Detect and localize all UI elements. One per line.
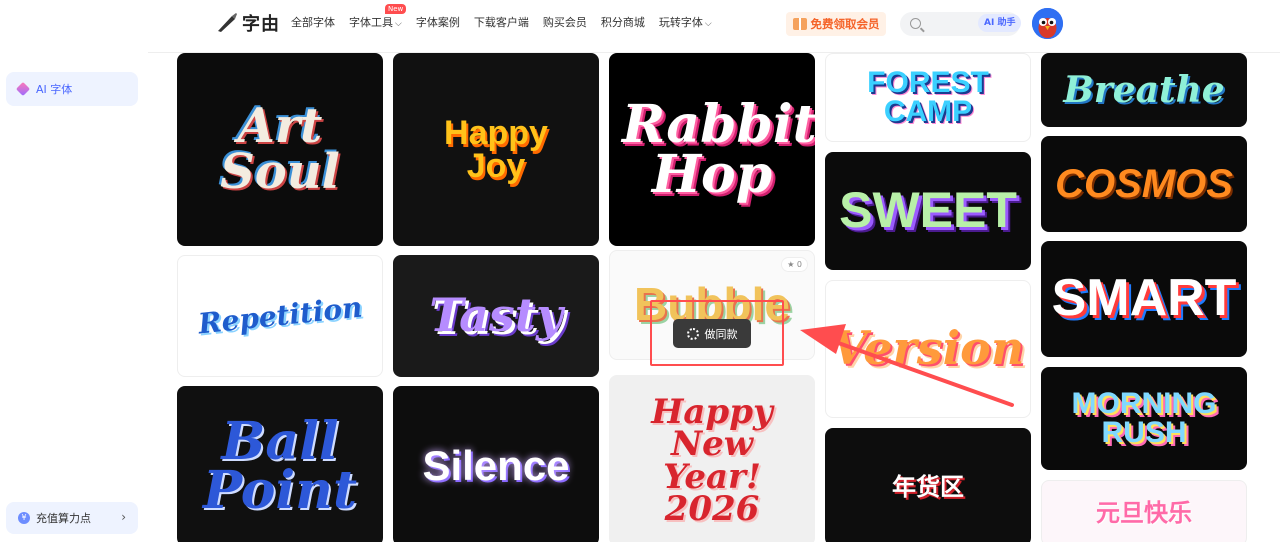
card-repetition[interactable]: Repetition xyxy=(177,255,383,377)
gift-icon xyxy=(792,18,807,30)
card-title: Ball Point xyxy=(203,410,357,521)
card-title: MORNING RUSH xyxy=(1071,387,1217,449)
card-silence[interactable]: Silence xyxy=(393,386,599,542)
card-morning-rush[interactable]: MORNING RUSH xyxy=(1041,367,1247,470)
search-icon xyxy=(910,18,921,29)
recharge-label: 充值算力点 xyxy=(36,512,91,525)
card-title: FOREST CAMP xyxy=(867,66,989,128)
sidebar-item-ai-font[interactable]: AI 字体 xyxy=(6,72,138,106)
diamond-icon xyxy=(15,81,31,97)
card-title: Tasty xyxy=(429,288,563,343)
chevron-right-icon: › xyxy=(121,510,126,524)
card-version[interactable]: Version xyxy=(825,280,1031,418)
card-art-soul[interactable]: Art Soul xyxy=(177,53,383,246)
card-title: Repetition xyxy=(196,290,364,341)
card-title: Rabbit Hop xyxy=(622,94,815,205)
top-header: 字由 全部字体 字体工具 ⌵ New 字体案例 下载客户端 购买会员 积分商城 玩… xyxy=(0,0,1280,48)
card-title: 年货区 xyxy=(892,471,964,501)
card-tasty[interactable]: Tasty xyxy=(393,255,599,377)
card-title: SMART xyxy=(1051,269,1237,328)
card-nianhuo[interactable]: 年货区 xyxy=(825,428,1031,542)
card-rabbit-hop[interactable]: Rabbit Hop xyxy=(609,53,815,246)
card-title: Version xyxy=(831,321,1025,376)
free-vip-button[interactable]: 免费领取会员 xyxy=(786,12,886,36)
main-nav: 全部字体 字体工具 ⌵ New 字体案例 下载客户端 购买会员 积分商城 玩转字体… xyxy=(291,4,712,30)
card-title: COSMOS xyxy=(1055,162,1233,206)
star-icon: ★ xyxy=(787,260,795,269)
chevron-down-icon: ⌵ xyxy=(704,19,712,29)
nav-buy-membership[interactable]: 购买会员 xyxy=(543,14,587,30)
card-sweet[interactable]: SWEET xyxy=(825,152,1031,270)
card-title: Silence xyxy=(422,442,570,490)
nav-play-fonts-label: 玩转字体 xyxy=(658,16,703,29)
card-smart[interactable]: SMART xyxy=(1041,241,1247,357)
card-yuandan[interactable]: 元旦快乐 xyxy=(1041,480,1247,542)
card-title: Happy New Year! 2026 xyxy=(651,391,773,529)
card-new-year[interactable]: Happy New Year! 2026 xyxy=(609,375,815,542)
nav-play-fonts[interactable]: 玩转字体 ⌵ xyxy=(659,14,712,30)
recharge-button[interactable]: ¥ 充值算力点 › xyxy=(6,502,138,534)
avatar-bird-icon xyxy=(1032,8,1063,39)
brush-icon xyxy=(218,13,237,32)
card-forest-camp[interactable]: FOREST CAMP xyxy=(825,53,1031,142)
favorite-count-badge[interactable]: ★ 0 xyxy=(781,257,808,272)
card-title: 元旦快乐 xyxy=(1096,497,1192,527)
card-title: SWEET xyxy=(839,182,1017,239)
font-gallery: Art Soul Repetition Ball Point Happy Joy… xyxy=(150,53,1280,542)
card-cosmos[interactable]: COSMOS xyxy=(1041,136,1247,232)
nav-font-cases[interactable]: 字体案例 xyxy=(416,14,460,30)
sidebar: AI 字体 ¥ 充值算力点 › xyxy=(0,52,148,542)
free-vip-label: 免费领取会员 xyxy=(810,17,880,31)
ai-helper-button[interactable]: AI 助手 xyxy=(978,14,1022,32)
card-happy-joy[interactable]: Happy Joy xyxy=(393,53,599,246)
card-ball-point[interactable]: Ball Point xyxy=(177,386,383,542)
card-breathe[interactable]: Breathe xyxy=(1041,53,1247,127)
nav-points-mall[interactable]: 积分商城 xyxy=(601,14,645,30)
coin-icon: ¥ xyxy=(18,512,30,524)
card-title: Breathe xyxy=(1063,68,1225,111)
sidebar-item-label: AI 字体 xyxy=(36,83,73,96)
new-badge: New xyxy=(385,4,407,14)
nav-download-client[interactable]: 下载客户端 xyxy=(474,14,529,30)
card-title: Happy Joy xyxy=(444,114,548,185)
nav-font-tools[interactable]: 字体工具 ⌵ New xyxy=(349,4,407,30)
chevron-down-icon: ⌵ xyxy=(395,19,402,29)
avatar[interactable] xyxy=(1032,8,1063,39)
logo[interactable]: 字由 xyxy=(216,10,280,36)
logo-text: 字由 xyxy=(242,14,280,35)
favorite-count: 0 xyxy=(796,260,802,269)
nav-all-fonts[interactable]: 全部字体 xyxy=(291,14,335,30)
annotation-highlight-box xyxy=(650,300,784,366)
card-title: Art Soul xyxy=(220,97,340,200)
nav-font-tools-label: 字体工具 xyxy=(349,16,393,29)
